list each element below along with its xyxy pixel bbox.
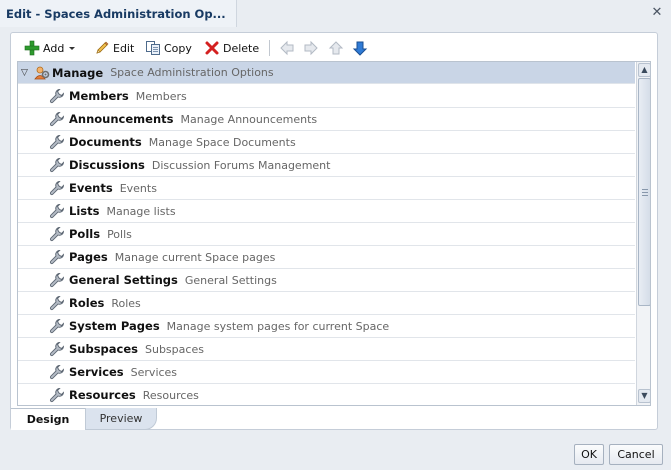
delete-x-icon	[205, 41, 219, 55]
move-down-arrow-icon[interactable]	[352, 40, 368, 56]
tree-item-name: System Pages	[69, 319, 160, 333]
tree-item-description: Discussion Forums Management	[151, 158, 331, 172]
tree-item-row[interactable]: Documents Manage Space Documents	[18, 131, 635, 154]
tree-item-description: Manage current Space pages	[114, 250, 276, 264]
dropdown-arrow-icon	[69, 47, 76, 50]
tree-item-row[interactable]: Resources Resources	[18, 384, 635, 405]
wrench-icon	[49, 295, 65, 311]
add-label: Add	[43, 41, 65, 55]
tree-item-row[interactable]: Pages Manage current Space pages	[18, 246, 635, 269]
tree-item-row[interactable]: Services Services	[18, 361, 635, 384]
tab-design[interactable]: Design	[11, 408, 85, 430]
tree-item-name: Discussions	[69, 158, 145, 172]
delete-button[interactable]: Delete	[204, 39, 259, 57]
tree-item-name: Subspaces	[69, 342, 138, 356]
wrench-icon	[49, 341, 65, 357]
wrench-icon	[49, 387, 65, 403]
wrench-icon	[49, 111, 65, 127]
manage-people-icon	[34, 66, 50, 79]
scroll-down-arrow-icon[interactable]: ▼	[638, 389, 650, 403]
tree-item-row[interactable]: System Pages Manage system pages for curr…	[18, 315, 635, 338]
delete-label: Delete	[223, 41, 260, 55]
tree-item-row[interactable]: Members Members	[18, 85, 635, 108]
tree-item-name: Events	[69, 181, 113, 195]
tree-item-description: Events	[119, 181, 157, 195]
tree-item-name: Lists	[69, 204, 100, 218]
tree-item-description: Manage lists	[106, 204, 176, 218]
tree-item-name: Roles	[69, 296, 105, 310]
toolbar: Add Edit Copy Delete	[11, 33, 657, 61]
wrench-icon	[49, 249, 65, 265]
vertical-scrollbar[interactable]: ▲ ▼	[636, 62, 650, 405]
content-panel: Add Edit Copy Delete ▽ Manage Space Admi…	[10, 32, 658, 430]
dialog-title: Edit - Spaces Administration Op...	[6, 7, 226, 21]
wrench-icon	[49, 203, 65, 219]
tree-item-description: Polls	[107, 227, 132, 241]
scrollbar-thumb[interactable]	[638, 78, 650, 306]
tree-item-description: Resources	[142, 388, 199, 402]
cancel-button[interactable]: Cancel	[609, 444, 663, 465]
scrollbar-grip-icon	[642, 189, 648, 196]
edit-button[interactable]: Edit	[94, 39, 134, 57]
tree-item-row[interactable]: Subspaces Subspaces	[18, 338, 635, 361]
tree-item-row[interactable]: Events Events	[18, 177, 635, 200]
tree-item-name: Polls	[69, 227, 101, 241]
tree-item-row[interactable]: Roles Roles	[18, 292, 635, 315]
tree-root-description: Space Administration Options	[110, 66, 274, 79]
tree-item-description: Roles	[111, 296, 141, 310]
tree-item-description: Manage Space Documents	[148, 135, 296, 149]
wrench-icon	[49, 226, 65, 242]
copy-icon	[146, 41, 160, 55]
tree-item-row[interactable]: Polls Polls	[18, 223, 635, 246]
wrench-icon	[49, 157, 65, 173]
tree-item-name: Documents	[69, 135, 142, 149]
tree-item-description: General Settings	[184, 273, 277, 287]
collapse-toggle-icon[interactable]: ▽	[21, 68, 31, 78]
tree-item-description: Services	[130, 365, 178, 379]
tree-item-row[interactable]: Discussions Discussion Forums Management	[18, 154, 635, 177]
tree-item-description: Subspaces	[145, 342, 204, 356]
tree-item-row[interactable]: General Settings General Settings	[18, 269, 635, 292]
tree-item-name: Members	[69, 89, 129, 103]
dialog-title-bar: Edit - Spaces Administration Op...	[0, 0, 237, 27]
tree-item-row[interactable]: Announcements Manage Announcements	[18, 108, 635, 131]
tree-item-name: Pages	[69, 250, 108, 264]
ok-button[interactable]: OK	[574, 444, 604, 465]
wrench-icon	[49, 272, 65, 288]
tree-item-description: Manage system pages for current Space	[166, 319, 390, 333]
wrench-icon	[49, 180, 65, 196]
wrench-icon	[49, 364, 65, 380]
move-up-arrow-icon[interactable]	[328, 40, 344, 56]
tree-item-row[interactable]: Lists Manage lists	[18, 200, 635, 223]
wrench-icon	[49, 88, 65, 104]
edit-label: Edit	[113, 41, 135, 55]
tree-root-row[interactable]: ▽ Manage Space Administration Options	[18, 62, 635, 84]
tree-item-name: General Settings	[69, 273, 178, 287]
tree-item-name: Announcements	[69, 112, 174, 126]
tree-item-description: Manage Announcements	[180, 112, 318, 126]
pencil-icon	[96, 41, 109, 54]
tree-item-name: Resources	[69, 388, 136, 402]
close-icon[interactable]: ✕	[648, 4, 666, 22]
tree-item-name: Services	[69, 365, 124, 379]
tab-preview[interactable]: Preview	[85, 408, 157, 430]
add-icon	[24, 40, 40, 56]
copy-label: Copy	[164, 41, 192, 55]
move-left-arrow-icon[interactable]	[279, 40, 295, 56]
scroll-up-arrow-icon[interactable]: ▲	[638, 63, 650, 77]
wrench-icon	[49, 134, 65, 150]
move-right-arrow-icon[interactable]	[303, 40, 319, 56]
copy-button[interactable]: Copy	[145, 39, 192, 57]
tree-item-description: Members	[135, 89, 187, 103]
toolbar-separator	[269, 40, 270, 56]
wrench-icon	[49, 318, 65, 334]
add-button[interactable]: Add	[24, 39, 77, 57]
tree-root-name: Manage	[52, 65, 104, 80]
admin-options-tree: ▽ Manage Space Administration Options Me…	[17, 61, 651, 406]
